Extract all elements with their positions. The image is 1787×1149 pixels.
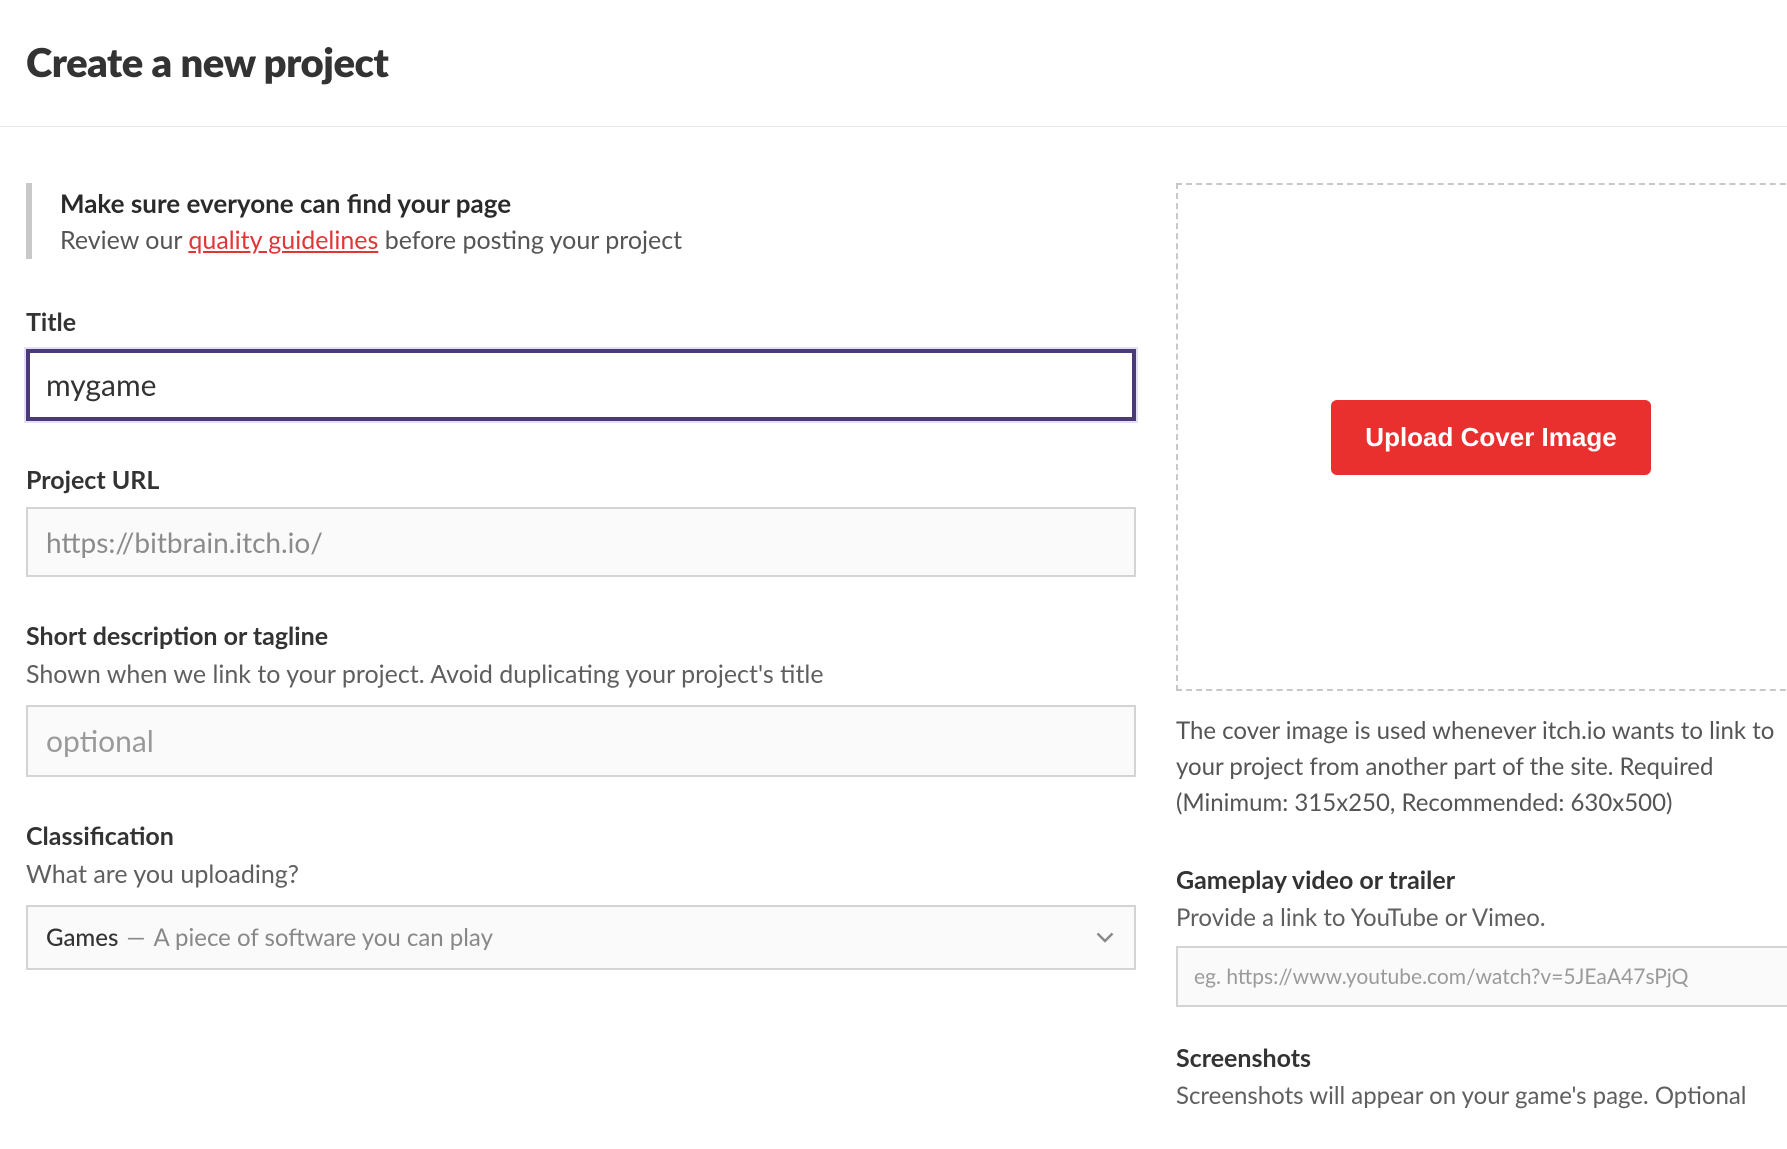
project-url-input[interactable]: [26, 507, 1136, 577]
video-hint: Provide a link to YouTube or Vimeo.: [1176, 903, 1787, 932]
screenshots-label: Screenshots: [1176, 1043, 1787, 1073]
classification-select[interactable]: Games — A piece of software you can play: [26, 905, 1136, 970]
left-column: Make sure everyone can find your page Re…: [26, 183, 1136, 1124]
short-description-label: Short description or tagline: [26, 621, 1136, 651]
classification-hint: What are you uploading?: [26, 859, 1136, 889]
notice-suffix: before posting your project: [378, 225, 682, 255]
quality-notice: Make sure everyone can find your page Re…: [26, 183, 1136, 259]
screenshots-hint: Screenshots will appear on your game's p…: [1176, 1081, 1787, 1110]
classification-dash: —: [126, 923, 145, 952]
page-header: Create a new project: [0, 0, 1787, 127]
classification-selected-sub: A piece of software you can play: [153, 923, 492, 952]
screenshots-section: Screenshots Screenshots will appear on y…: [1176, 1043, 1787, 1110]
video-label: Gameplay video or trailer: [1176, 865, 1787, 895]
notice-prefix: Review our: [60, 225, 188, 255]
quality-guidelines-link[interactable]: quality guidelines: [188, 225, 378, 255]
classification-selected-main: Games: [46, 923, 118, 952]
title-input[interactable]: [26, 349, 1136, 421]
video-url-input[interactable]: [1176, 946, 1787, 1007]
classification-field: Classification What are you uploading? G…: [26, 821, 1136, 970]
video-section: Gameplay video or trailer Provide a link…: [1176, 865, 1787, 1007]
short-description-input[interactable]: [26, 705, 1136, 777]
upload-cover-button[interactable]: Upload Cover Image: [1331, 400, 1650, 475]
content-area: Make sure everyone can find your page Re…: [0, 127, 1787, 1124]
classification-label: Classification: [26, 821, 1136, 851]
cover-image-description: The cover image is used whenever itch.io…: [1176, 713, 1787, 821]
title-field: Title: [26, 307, 1136, 421]
short-description-field: Short description or tagline Shown when …: [26, 621, 1136, 777]
page-title: Create a new project: [26, 38, 1761, 86]
notice-subtext: Review our quality guidelines before pos…: [60, 225, 1136, 255]
cover-image-dropzone[interactable]: Upload Cover Image: [1176, 183, 1787, 691]
short-description-hint: Shown when we link to your project. Avoi…: [26, 659, 1136, 689]
title-label: Title: [26, 307, 1136, 337]
chevron-down-icon: [1096, 932, 1114, 944]
right-column: Upload Cover Image The cover image is us…: [1176, 183, 1787, 1124]
project-url-label: Project URL: [26, 465, 1136, 495]
notice-heading: Make sure everyone can find your page: [60, 187, 1136, 219]
project-url-field: Project URL: [26, 465, 1136, 577]
